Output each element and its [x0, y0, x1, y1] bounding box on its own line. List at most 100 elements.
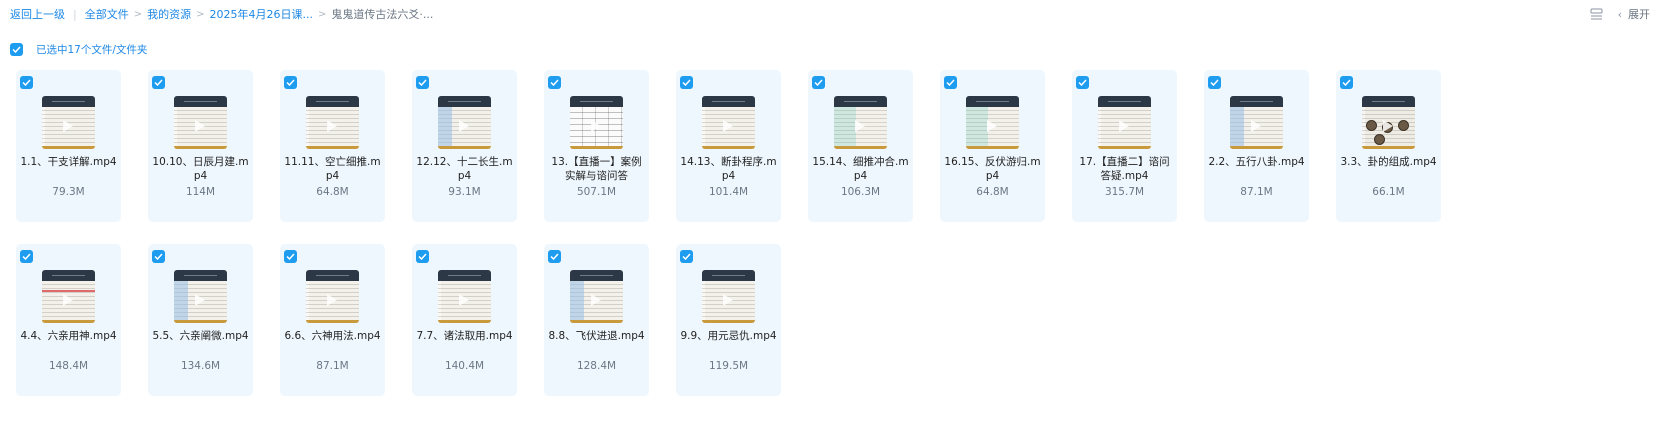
play-icon [195, 294, 205, 306]
file-size: 134.6M [180, 360, 221, 372]
file-size: 114M [185, 186, 216, 198]
video-thumbnail [174, 96, 227, 149]
file-checkbox[interactable] [944, 76, 957, 89]
file-checkbox[interactable] [20, 76, 33, 89]
file-tile[interactable]: 7.7、诸法取用.mp4 140.4M [412, 244, 517, 396]
file-size: 101.4M [708, 186, 749, 198]
file-checkbox[interactable] [680, 250, 693, 263]
file-name: 10.10、日辰月建.mp4 [152, 156, 249, 182]
play-icon [591, 120, 601, 132]
video-thumbnail [1230, 96, 1283, 149]
list-view-icon[interactable] [1590, 7, 1604, 21]
file-checkbox[interactable] [548, 250, 561, 263]
video-thumbnail [702, 96, 755, 149]
file-size: 119.5M [708, 360, 749, 372]
play-icon [591, 294, 601, 306]
video-thumbnail [834, 96, 887, 149]
file-checkbox[interactable] [1076, 76, 1089, 89]
selection-count: 已选中17个文件/文件夹 [36, 43, 148, 56]
file-name: 15.14、细推冲合.mp4 [812, 156, 909, 182]
file-checkbox[interactable] [20, 250, 33, 263]
file-tile[interactable]: 16.15、反伏游归.mp4 64.8M [940, 70, 1045, 222]
file-checkbox[interactable] [812, 76, 825, 89]
file-checkbox[interactable] [548, 76, 561, 89]
file-size: 66.1M [1372, 186, 1405, 198]
file-checkbox[interactable] [284, 250, 297, 263]
file-size: 315.7M [1104, 186, 1145, 198]
breadcrumb-separator: > [196, 8, 205, 20]
file-checkbox[interactable] [152, 250, 165, 263]
video-thumbnail [570, 270, 623, 323]
video-thumbnail [570, 96, 623, 149]
file-name: 3.3、卦的组成.mp4 [1340, 156, 1437, 168]
file-name: 12.12、十二长生.mp4 [416, 156, 513, 182]
play-icon [987, 120, 997, 132]
play-icon [327, 294, 337, 306]
file-checkbox[interactable] [1340, 76, 1353, 89]
file-size: 93.1M [448, 186, 481, 198]
video-thumbnail [966, 96, 1019, 149]
file-name: 7.7、诸法取用.mp4 [416, 330, 513, 342]
file-tile[interactable]: 2.2、五行八卦.mp4 87.1M [1204, 70, 1309, 222]
file-name: 1.1、干支详解.mp4 [20, 156, 117, 168]
back-link[interactable]: 返回上一级 [10, 6, 65, 22]
file-tile[interactable]: 11.11、空亡细推.mp4 64.8M [280, 70, 385, 222]
file-checkbox[interactable] [416, 76, 429, 89]
file-tile[interactable]: 1.1、干支详解.mp4 79.3M [16, 70, 121, 222]
file-checkbox[interactable] [1208, 76, 1221, 89]
expand-button[interactable]: 展开 [1628, 6, 1650, 22]
file-name: 8.8、飞伏进退.mp4 [548, 330, 645, 342]
chevron-left-icon[interactable]: ‹ [1618, 8, 1622, 21]
play-icon [1251, 120, 1261, 132]
file-name: 5.5、六亲阐微.mp4 [152, 330, 249, 342]
file-tile[interactable]: 14.13、断卦程序.mp4 101.4M [676, 70, 781, 222]
video-thumbnail [42, 96, 95, 149]
selection-bar: 已选中17个文件/文件夹 [10, 42, 147, 56]
file-tile[interactable]: 8.8、飞伏进退.mp4 128.4M [544, 244, 649, 396]
file-tile[interactable]: 5.5、六亲阐微.mp4 134.6M [148, 244, 253, 396]
file-tile[interactable]: 15.14、细推冲合.mp4 106.3M [808, 70, 913, 222]
breadcrumb-separator: > [317, 8, 327, 20]
file-name: 16.15、反伏游归.mp4 [944, 156, 1041, 182]
file-size: 140.4M [444, 360, 485, 372]
file-tile[interactable]: 3.3、卦的组成.mp4 66.1M [1336, 70, 1441, 222]
file-checkbox[interactable] [152, 76, 165, 89]
breadcrumb-my-resources[interactable]: 我的资源 [147, 6, 191, 22]
file-size: 128.4M [576, 360, 617, 372]
file-name: 2.2、五行八卦.mp4 [1208, 156, 1305, 168]
file-size: 87.1M [1240, 186, 1273, 198]
video-thumbnail [1098, 96, 1151, 149]
play-icon [1119, 120, 1129, 132]
play-icon [855, 120, 865, 132]
file-tile[interactable]: 9.9、用元忌仇.mp4 119.5M [676, 244, 781, 396]
breadcrumb-all-files[interactable]: 全部文件 [85, 6, 129, 22]
file-name: 14.13、断卦程序.mp4 [680, 156, 777, 182]
file-tile[interactable]: 4.4、六亲用神.mp4 148.4M [16, 244, 121, 396]
file-tile[interactable]: 12.12、十二长生.mp4 93.1M [412, 70, 517, 222]
video-thumbnail [306, 270, 359, 323]
play-icon [459, 120, 469, 132]
file-size: 64.8M [316, 186, 349, 198]
file-size: 148.4M [48, 360, 89, 372]
file-size: 87.1M [316, 360, 349, 372]
file-tile[interactable]: 6.6、六神用法.mp4 87.1M [280, 244, 385, 396]
file-name: 4.4、六亲用神.mp4 [20, 330, 117, 342]
select-all-checkbox[interactable] [10, 42, 23, 56]
play-icon [459, 294, 469, 306]
breadcrumb-separator: > [133, 8, 143, 20]
file-tile[interactable]: 10.10、日辰月建.mp4 114M [148, 70, 253, 222]
file-tile[interactable]: 17.【直播二】谘问答疑.mp4 315.7M [1072, 70, 1177, 222]
breadcrumb-course-folder[interactable]: 2025年4月26日课... [210, 6, 313, 22]
file-checkbox[interactable] [284, 76, 297, 89]
breadcrumb: 返回上一级 | 全部文件 > 我的资源 > 2025年4月26日课... > 鬼… [10, 6, 433, 22]
video-thumbnail [306, 96, 359, 149]
file-tile[interactable]: 13.【直播一】案例实解与谘问答 507.1M [544, 70, 649, 222]
file-checkbox[interactable] [680, 76, 693, 89]
file-size: 79.3M [52, 186, 85, 198]
file-size: 64.8M [976, 186, 1009, 198]
video-thumbnail [174, 270, 227, 323]
view-controls: ‹ 展开 [1590, 6, 1650, 22]
breadcrumb-current-folder: 鬼鬼道传古法六爻·... [331, 8, 434, 21]
file-checkbox[interactable] [416, 250, 429, 263]
play-icon [723, 294, 733, 306]
